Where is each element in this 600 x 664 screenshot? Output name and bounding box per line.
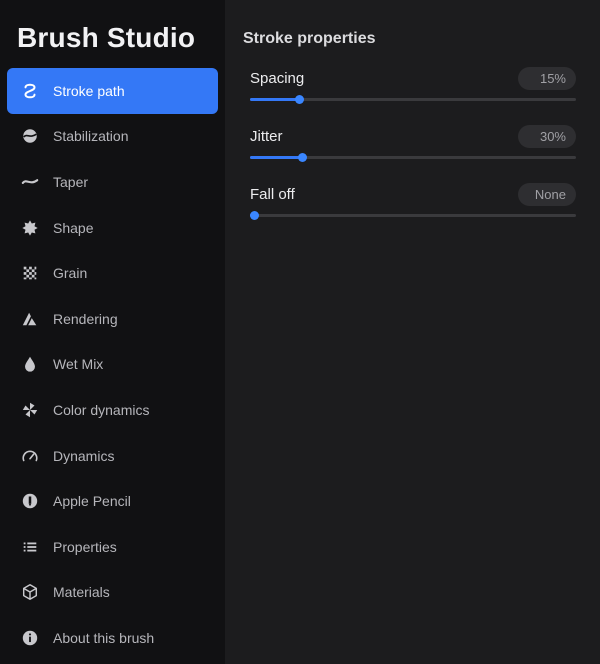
sidebar-item-label: Properties [53, 538, 117, 555]
sidebar-item-label: Rendering [53, 310, 118, 327]
sidebar-item-label: Apple Pencil [53, 493, 131, 510]
slider-fill [250, 156, 303, 159]
fall-off-slider[interactable] [250, 211, 576, 220]
info-icon [20, 628, 40, 648]
gauge-icon [20, 446, 40, 466]
pencil-icon [20, 491, 40, 511]
slider-fill [250, 98, 299, 101]
pinwheel-icon [20, 400, 40, 420]
taper-icon [20, 172, 40, 192]
section-title: Stroke properties [243, 30, 376, 47]
sidebar-item-properties[interactable]: Properties [7, 524, 218, 570]
sidebar-item-taper[interactable]: Taper [7, 159, 218, 205]
sidebar-item-rendering[interactable]: Rendering [7, 296, 218, 342]
sidebar-item-label: Wet Mix [53, 356, 104, 373]
stabilization-icon [20, 126, 40, 146]
shape-icon [20, 218, 40, 238]
sidebar-item-dynamics[interactable]: Dynamics [7, 433, 218, 479]
rendering-icon [20, 309, 40, 329]
sidebar-item-apple-pencil[interactable]: Apple Pencil [7, 478, 218, 524]
sidebar-nav: Stroke path Stabilization Taper Shape Gr… [7, 68, 218, 661]
list-icon [20, 537, 40, 557]
cube-icon [20, 582, 40, 602]
sidebar-item-stroke-path[interactable]: Stroke path [7, 68, 218, 114]
spacing-label: Spacing [250, 70, 305, 87]
sidebar-item-label: Shape [53, 219, 94, 236]
sidebar-item-label: Stabilization [53, 128, 129, 145]
sidebar-item-label: Materials [53, 584, 110, 601]
slider-thumb[interactable] [250, 211, 259, 220]
sidebar-item-materials[interactable]: Materials [7, 570, 218, 616]
slider-thumb[interactable] [294, 95, 304, 104]
sidebar-item-label: Stroke path [53, 82, 125, 99]
sidebar-item-label: Grain [53, 265, 88, 282]
sidebar-item-stabilization[interactable]: Stabilization [7, 114, 218, 160]
sidebar-item-grain[interactable]: Grain [7, 250, 218, 296]
app-title: Brush Studio [17, 22, 196, 53]
spacing-value[interactable]: 15% [518, 67, 576, 90]
sidebar: Brush Studio Stroke path Stabilization T… [0, 0, 225, 664]
fall-off-label: Fall off [250, 186, 295, 203]
jitter-slider[interactable] [250, 153, 576, 162]
brush-studio-window: Brush Studio Stroke path Stabilization T… [0, 0, 600, 664]
sidebar-item-shape[interactable]: Shape [7, 205, 218, 251]
sidebar-item-label: Taper [53, 173, 89, 190]
sidebar-item-about-this-brush[interactable]: About this brush [7, 615, 218, 661]
grain-icon [20, 263, 40, 283]
sidebar-item-label: About this brush [53, 629, 155, 646]
stroke-path-icon [20, 81, 40, 101]
stroke-properties-panel: Stroke properties Spacing 15% Jitter 30%… [225, 0, 600, 664]
sidebar-item-label: Color dynamics [53, 401, 150, 418]
droplet-icon [20, 354, 40, 374]
jitter-value[interactable]: 30% [518, 125, 576, 148]
sidebar-item-color-dynamics[interactable]: Color dynamics [7, 387, 218, 433]
spacing-slider[interactable] [250, 95, 576, 104]
sidebar-item-wet-mix[interactable]: Wet Mix [7, 342, 218, 388]
fall-off-value[interactable]: None [518, 183, 576, 206]
sidebar-item-label: Dynamics [53, 447, 115, 464]
slider-thumb[interactable] [298, 153, 308, 162]
jitter-label: Jitter [250, 128, 283, 145]
